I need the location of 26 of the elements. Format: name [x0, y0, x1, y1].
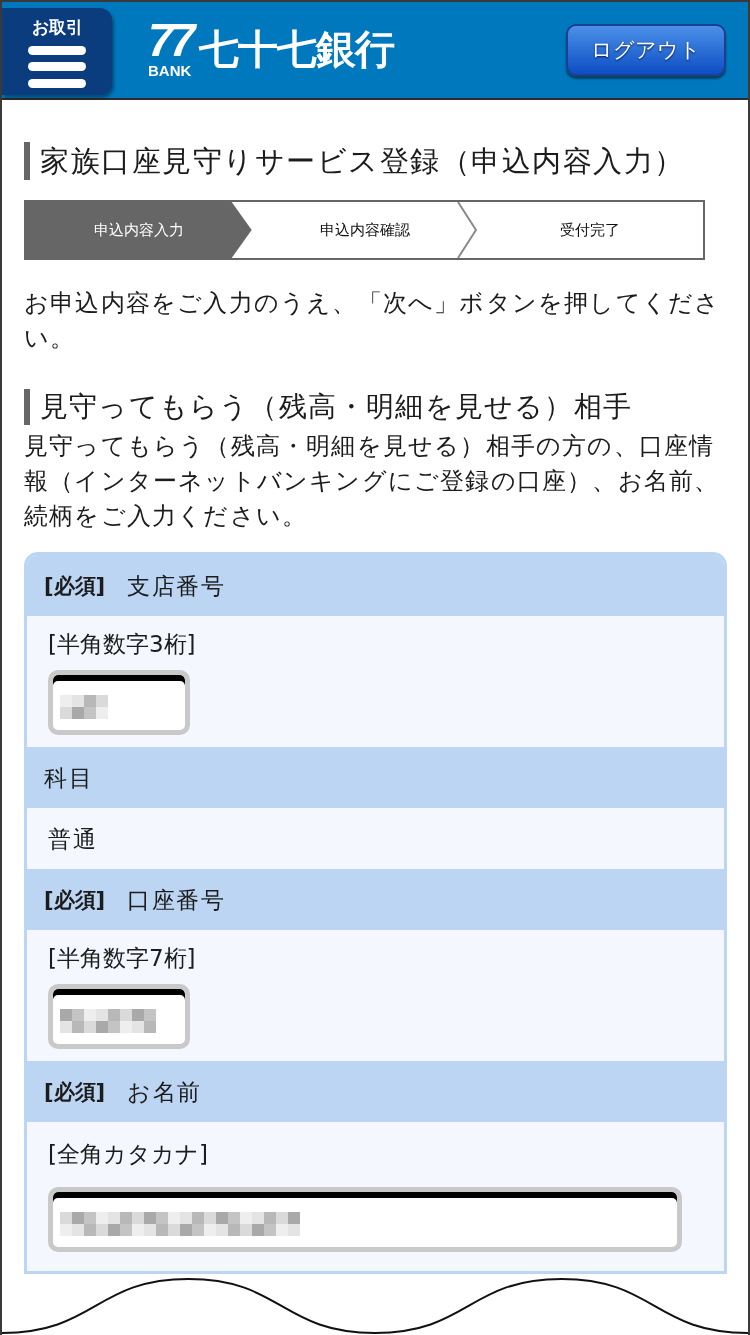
input-field[interactable] — [48, 984, 190, 1049]
required-tag: [必須] — [44, 1076, 106, 1107]
section-title: 見守ってもらう（残高・明細を見せる）相手 — [24, 389, 726, 425]
input-hint: [半角数字3桁] — [48, 630, 196, 659]
progress-step: 申込内容入力 — [26, 202, 252, 258]
field-label: お名前 — [127, 1077, 202, 1107]
field-label: 口座番号 — [127, 885, 226, 915]
field-label: 科目 — [44, 763, 93, 793]
hamburger-menu-icon — [28, 46, 86, 88]
input-hint: [全角カタカナ] — [48, 1140, 208, 1169]
input-hint: [半角数字7桁] — [48, 944, 196, 973]
logout-button[interactable]: ログアウト — [566, 24, 726, 76]
step-chevron-icon — [457, 202, 478, 258]
required-tag: [必須] — [44, 884, 106, 915]
required-tag: [必須] — [44, 570, 106, 601]
field-value: 普通 — [48, 824, 97, 854]
menu-button[interactable]: お取引 — [2, 8, 112, 95]
page-title: 家族口座見守りサービス登録（申込内容入力） — [24, 142, 726, 180]
pixelated-value-drawing — [60, 694, 108, 719]
section-description: 見守ってもらう（残高・明細を見せる）相手の方の、口座情報（インターネットバンキングにご登録の口座）、お名前、続柄をご入力ください。 — [24, 431, 721, 532]
bank-name-logo: 七十七銀行 — [199, 25, 395, 74]
input-field[interactable] — [48, 1187, 682, 1252]
intro-text: お申込内容をご入力のうえ、「次へ」ボタンを押してください。 — [24, 288, 722, 354]
input-field[interactable] — [48, 670, 190, 735]
field-label: 支店番号 — [127, 571, 226, 601]
logo-subtitle: BANK — [148, 62, 192, 79]
